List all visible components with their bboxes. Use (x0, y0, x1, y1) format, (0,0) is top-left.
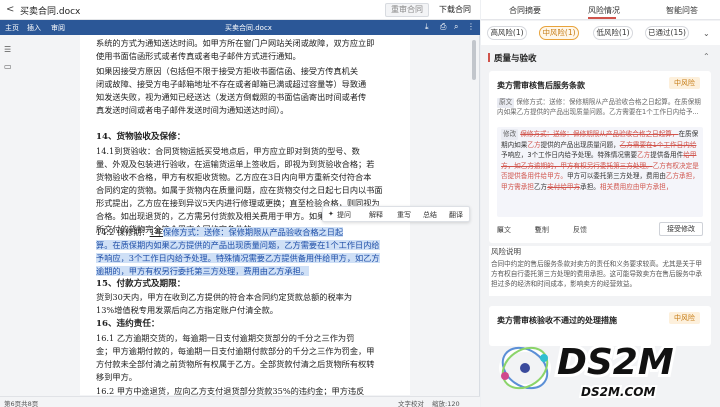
risk-explanation: 风险说明 合同中约定的售后服务条款对卖方的责任和义务要求较高。尤其是关于甲方有权… (489, 246, 711, 296)
tab-risk[interactable]: 风险情况 (588, 5, 620, 16)
panel-tabs: 合同摘要 风险情况 智能问答 (481, 0, 720, 20)
accept-revision-button[interactable]: 接受修改 (659, 222, 703, 236)
ask-icon[interactable]: ✦ (328, 210, 334, 218)
doc-line: 如果因接受方原因（包括但不限于接受方拒收书面信函、接受方传真机关 (96, 66, 359, 76)
watermark-domain: DS2M.COM (581, 385, 655, 399)
risk-badge: 中风险 (669, 77, 700, 89)
outline-icon[interactable]: ☰ (4, 45, 11, 54)
original-text: 原文 保修方式：送修：保修期限从产品验收合格之日起算。在质保期内如果乙方提供的产品… (497, 98, 701, 116)
doc-line: 真发送时间或者电子邮件发送时间为通知送达时间）。 (96, 105, 289, 115)
risk-filters: 高风险(1) 中风险(1) 低风险(1) 已通过(15) ⌄ (481, 21, 720, 45)
ds2m-logo-icon: DS2M DS2M DS2M.COM DS2M.COM (499, 339, 677, 401)
chevron-up-icon[interactable]: ⌃ (703, 52, 710, 61)
left-rail: ☰ ▭ (0, 35, 16, 395)
doc-line: 量、外观及包装进行验收，在运输货运单上签收后，即视为到货验收合格；若 (96, 159, 375, 169)
section-heading: 15、付款方式及期限： (96, 279, 186, 289)
menu-explain[interactable]: 解释 (369, 210, 383, 220)
comment-icon[interactable]: ▭ (4, 62, 12, 71)
menu-ask[interactable]: 提问 (337, 210, 351, 220)
doc-line: 方付款未全部付清之前货物所有权属于乙方。全部货款付清之后货物所有权转 (96, 359, 375, 369)
download-icon[interactable]: ⤓ (425, 22, 429, 32)
section-heading: 16、违约责任： (96, 319, 160, 329)
doc-line: 货到30天内，甲方在收到乙方提供的符合本合同约定货款总额的税率为 (96, 292, 353, 302)
active-tab-indicator (588, 17, 616, 19)
doc-line: 14.1到货验收：合同货物运抵买受地点后，甲方应立即对到货的型号、数 (96, 146, 360, 156)
doc-line: 16.2 甲方中途退货，应向乙方支付退货部分货款35%的违约金；甲方违反 (96, 386, 365, 395)
menu-summarize[interactable]: 总结 (423, 210, 437, 220)
selected-text[interactable]: 保修方式：送修：保修期限从产品验收合格之日起 (163, 227, 344, 237)
tab-home[interactable]: 主页 (5, 23, 19, 33)
document-scrollbar[interactable] (472, 40, 476, 80)
selected-text[interactable]: 算。在质保期内如果乙方提供的产品出现质量问题，乙方需要在1个工作日内给 (96, 240, 380, 250)
doc-line: 合同约定的货物。如属于货物内在质量问题，应在货物交付之日起七日内以书面 (96, 185, 383, 195)
chevron-down-icon[interactable]: ⌄ (703, 29, 710, 38)
risk-card-title: 卖方需审核售后服务条款 (497, 81, 585, 90)
filter-passed[interactable]: 已通过(15) (645, 26, 689, 40)
warranty-label: 14.2 保修期： (96, 227, 150, 237)
doc-line: 系统的方式为通知送达时间。如甲方所在窗门户网站关闭或故障，双方应立即 (96, 38, 375, 48)
proofread-toggle[interactable]: 文字校对 (398, 398, 424, 407)
risk-card[interactable]: 卖方需审核售后服务条款 中风险 原文 保修方式：送修：保修期限从产品验收合格之日起… (489, 71, 711, 243)
tab-insert[interactable]: 插入 (27, 23, 41, 33)
watermark-brand: DS2M (557, 342, 674, 383)
section-heading: 14、货物验收及保修： (96, 132, 186, 142)
document-title: 买卖合同.docx (225, 24, 272, 32)
page-indicator: 第6页共8页 (4, 400, 39, 407)
zoom-level[interactable]: 缩放:120 (432, 398, 460, 407)
tab-summary[interactable]: 合同摘要 (509, 5, 541, 16)
top-bar: < 买卖合同.docx 重审合同 下载合同 (0, 0, 480, 20)
doc-line: 使用书面信函形式或者传真或者电子邮件方式进行通知。 (96, 51, 301, 61)
risk-explanation-body: 合同中约定的售后服务条款对卖方的责任和义务要求较高。尤其是关于甲方有权自行委托第… (491, 260, 702, 288)
warranty-period: 1年 (149, 227, 163, 237)
selected-text[interactable]: 予响应，3个工作日内给予处理。特殊情况需要乙方提供备用件给甲方，如乙方 (96, 253, 380, 263)
risk-card-title: 卖方需审核验收不通过的处理措施 (497, 316, 617, 325)
filter-high-risk[interactable]: 高风险(1) (487, 26, 527, 40)
doc-line: 16.1 乙方逾期交货的，每逾期一日支付逾期交货部分的千分之三作为罚 (96, 333, 355, 343)
doc-line: 移到甲方。 (96, 372, 137, 382)
ds2m-watermark: DS2M DS2M DS2M.COM DS2M.COM (495, 330, 720, 407)
editor-toolbar: 主页 插入 审阅 买卖合同.docx ⤓ ⎙ ⌕ ⋮ (0, 20, 480, 35)
risk-badge: 中风险 (669, 312, 700, 324)
tab-qa[interactable]: 智能问答 (666, 5, 698, 16)
selected-text[interactable]: 逾期的，甲方有权另行委托第三方处理，费用由乙方承担。 (96, 266, 309, 276)
more-icon[interactable]: ⋮ (467, 22, 475, 31)
re-review-button[interactable]: 重审合同 (385, 3, 429, 17)
status-bar: 第6页共8页 文字校对 缩放:120 (0, 396, 480, 407)
doc-line: 金；甲方逾期付款的，每逾期一日支付逾期付款部分的千分之三作为罚金，甲 (96, 346, 375, 356)
document-window: < 买卖合同.docx 重审合同 下载合同 主页 插入 审阅 买卖合同.docx… (0, 0, 480, 407)
section-title: 质量与验收 (494, 54, 537, 64)
doc-line: 13%增值税专用发票后向乙方指定账户付清全款。 (96, 305, 278, 315)
doc-line: 知发送失败，视为通知已经送达（发送方倒载照的书面信函寄出时间或者传 (96, 92, 367, 102)
print-icon[interactable]: ⎙ (440, 22, 446, 32)
download-button[interactable]: 下载合同 (434, 3, 476, 17)
section-accent (488, 53, 490, 62)
filter-medium-risk[interactable]: 中风险(1) (539, 26, 579, 40)
back-arrow-icon[interactable]: < (6, 4, 14, 15)
tab-review[interactable]: 审阅 (51, 23, 65, 33)
doc-line: 闭或故障、接受方电子邮箱地址不存在或者邮箱已满或超过容量等）导致通 (96, 79, 367, 89)
selection-float-menu: ✦ 提问 解释 重写 总结 翻译 (322, 206, 470, 222)
section-header[interactable]: 质量与验收 ⌃ (481, 46, 720, 68)
doc-line: 货物验收不合格，甲方有权拒收货物。乙方应在3日内向甲方重新交付符合本 (96, 172, 372, 182)
revision-label: 修改 (501, 129, 519, 140)
menu-translate[interactable]: 翻译 (449, 210, 463, 220)
search-icon[interactable]: ⌕ (454, 22, 458, 32)
filter-low-risk[interactable]: 低风险(1) (593, 26, 633, 40)
file-name: 买卖合同.docx (20, 7, 81, 17)
menu-rewrite[interactable]: 重写 (397, 210, 411, 220)
original-label: 原文 (497, 98, 515, 108)
risk-explanation-title: 风险说明 (491, 247, 521, 256)
suggested-revision: 修改 保修方式：送修：保修期限从产品验收合格之日起算，在质保期内如果乙方提供的产品… (497, 127, 703, 217)
